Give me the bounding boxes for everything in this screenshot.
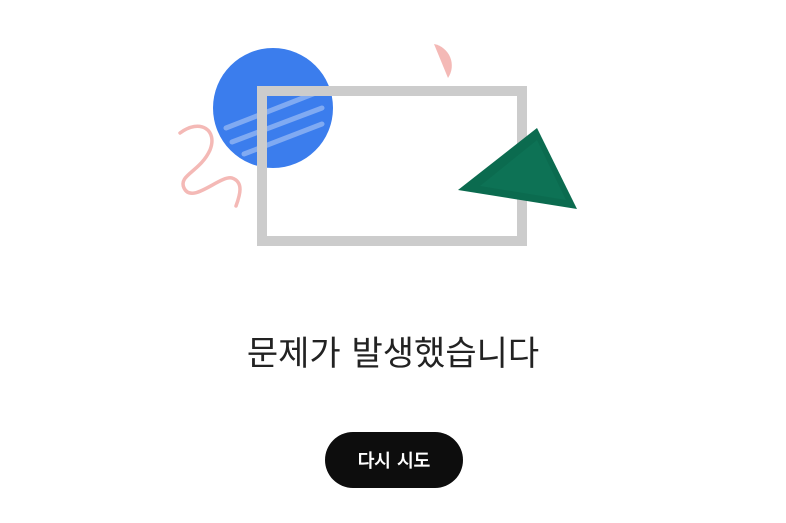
retry-button[interactable]: 다시 시도 <box>325 432 463 488</box>
pink-half-circle-shape <box>434 44 452 78</box>
error-title: 문제가 발생했습니다 <box>246 334 540 374</box>
error-illustration <box>0 0 786 270</box>
